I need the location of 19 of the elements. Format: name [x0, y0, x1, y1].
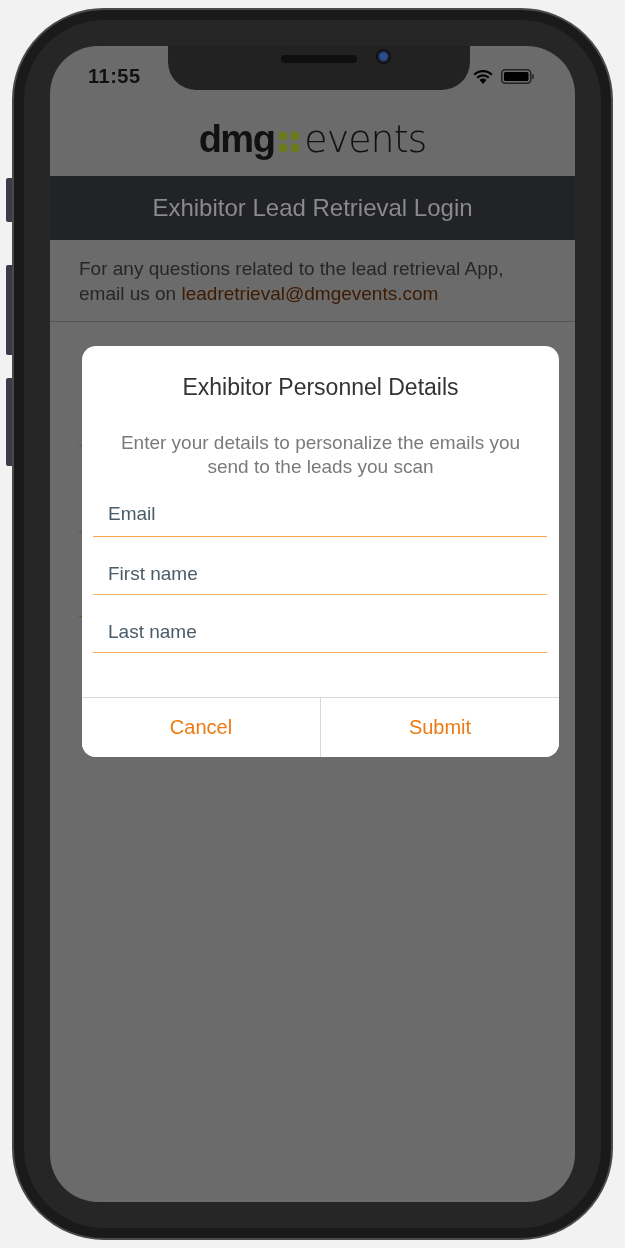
logo-text: events: [304, 117, 427, 161]
logo-text: dmg: [198, 117, 275, 161]
battery-icon: [501, 68, 535, 84]
info-text: For any questions related to the lead retrieval App, email us on leadretrieval@dmgevents.com: [79, 257, 505, 306]
status-time: 11:55: [88, 64, 141, 88]
side-button[interactable]: [6, 265, 12, 355]
wifi-icon: [473, 68, 493, 84]
side-button[interactable]: [6, 178, 12, 222]
side-button[interactable]: [6, 378, 12, 466]
camera-icon: [376, 49, 391, 64]
header-title: Exhibitor Lead Retrieval Login: [152, 194, 473, 222]
dialog-button[interactable]: Submit: [320, 698, 559, 757]
dialog-message: Enter your details to personalize the emails you send to the leads you scan: [119, 431, 522, 479]
input-field[interactable]: Email: [93, 485, 547, 537]
input-field[interactable]: First name: [93, 537, 547, 595]
email-link[interactable]: leadretrieval@dmgevents.com: [181, 283, 439, 304]
input-field[interactable]: Last name: [93, 595, 547, 653]
dialog-title: Exhibitor Personnel Details: [181, 374, 460, 401]
dots-icon: [278, 131, 301, 153]
